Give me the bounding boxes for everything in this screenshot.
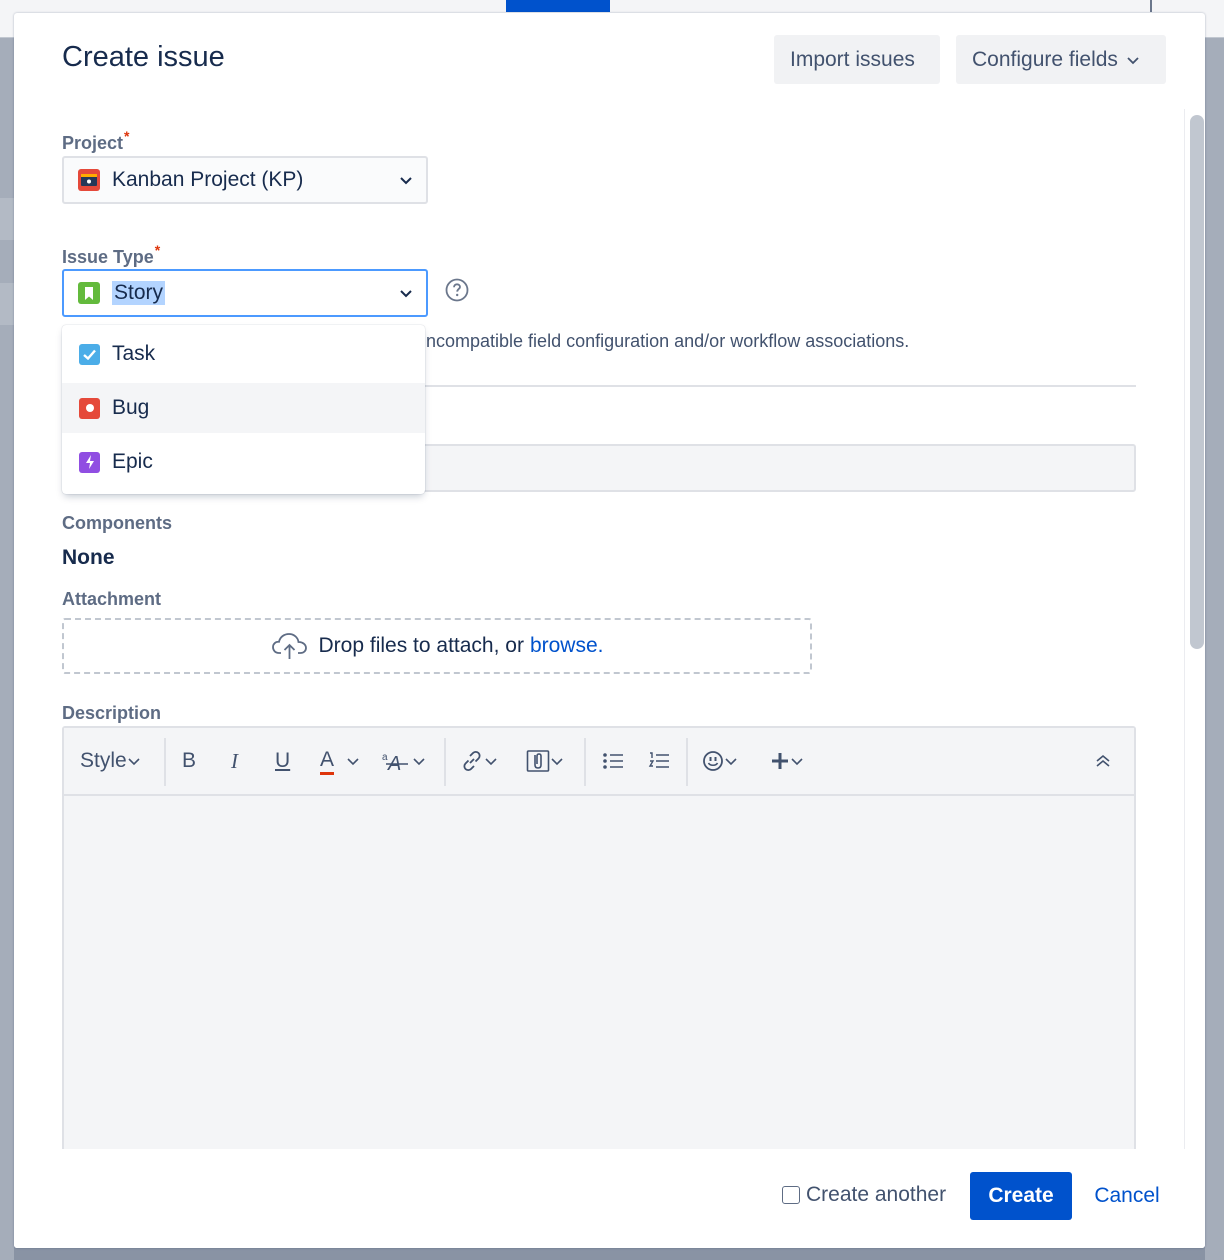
attachment-dropzone[interactable]: Drop files to attach, or browse. <box>62 618 812 674</box>
story-icon <box>78 282 100 304</box>
project-value: Kanban Project (KP) <box>112 168 304 191</box>
background-create-button <box>506 0 610 12</box>
cancel-button[interactable]: Cancel <box>1086 1172 1168 1220</box>
epic-icon <box>79 451 100 473</box>
text-color-icon: A <box>320 748 335 775</box>
import-issues-label: Import issues <box>790 47 915 71</box>
create-button[interactable]: Create <box>970 1172 1072 1220</box>
chevron-down-icon <box>128 758 140 766</box>
create-another-label: Create another <box>806 1183 947 1206</box>
required-asterisk: * <box>154 242 161 258</box>
italic-button[interactable]: I <box>231 744 238 778</box>
option-label: Epic <box>112 450 153 473</box>
toolbar-separator <box>164 738 166 786</box>
issue-type-label: Issue Type* <box>62 242 161 267</box>
emoji-button[interactable] <box>702 744 738 778</box>
issue-type-warning: ncompatible field configuration and/or w… <box>426 331 910 351</box>
modal-title: Create issue <box>62 41 225 73</box>
create-issue-modal: Create issue Import issues Configure fie… <box>14 13 1205 1248</box>
underline-icon: U <box>275 749 291 772</box>
issue-type-value: Story <box>112 281 166 305</box>
background-right-edge <box>1205 38 1224 1260</box>
link-icon <box>463 750 481 772</box>
chevron-down-icon <box>400 177 412 185</box>
chevron-down-icon <box>485 758 497 766</box>
attachment-label: Attachment <box>62 589 162 609</box>
chevron-down-icon <box>400 290 412 298</box>
toolbar-separator <box>444 738 446 786</box>
help-icon[interactable] <box>445 278 469 302</box>
project-avatar-icon <box>78 169 100 191</box>
create-another-checkbox[interactable] <box>782 1186 800 1204</box>
browse-link[interactable]: browse. <box>530 634 604 658</box>
italic-icon: I <box>231 748 238 773</box>
toolbar-separator <box>584 738 586 786</box>
required-asterisk: * <box>124 128 130 144</box>
double-chevron-up-icon <box>1096 754 1110 767</box>
configure-fields-label: Configure fields <box>972 47 1118 71</box>
toolbar-separator <box>686 738 688 786</box>
style-label: Style <box>80 749 127 772</box>
description-editor: Style B I U A aA <box>62 726 1136 1176</box>
style-dropdown[interactable]: Style <box>80 744 141 778</box>
bug-icon <box>79 397 100 419</box>
cloud-upload-icon <box>271 633 307 659</box>
chevron-down-icon <box>725 758 737 766</box>
description-textarea[interactable] <box>64 796 1134 1174</box>
attachment-button[interactable] <box>526 744 564 778</box>
plus-icon <box>772 753 788 769</box>
components-label: Components <box>62 513 172 533</box>
option-epic[interactable]: Epic <box>62 437 425 487</box>
bullet-list-icon <box>603 753 623 769</box>
issue-type-select[interactable]: Story <box>62 269 428 317</box>
import-issues-button[interactable]: Import issues <box>774 35 940 84</box>
background-sidebar <box>0 38 14 1260</box>
task-icon <box>79 343 100 365</box>
collapse-toolbar-button[interactable] <box>1094 744 1112 778</box>
description-label: Description <box>62 703 162 723</box>
option-label: Task <box>112 342 156 365</box>
link-button[interactable] <box>460 744 498 778</box>
chevron-down-icon <box>551 758 563 766</box>
insert-more-button[interactable] <box>770 744 804 778</box>
attachment-text: Drop files to attach, or <box>318 634 524 657</box>
bold-button[interactable]: B <box>182 744 196 778</box>
underline-button[interactable]: U <box>275 744 290 778</box>
more-formatting-button[interactable]: aA <box>382 744 426 778</box>
editor-toolbar: Style B I U A aA <box>64 728 1134 796</box>
text-color-button[interactable]: A <box>320 744 360 778</box>
paperclip-icon <box>526 750 550 772</box>
chevron-down-icon <box>1127 56 1139 64</box>
chevron-down-icon <box>791 758 803 766</box>
emoji-icon <box>703 751 723 771</box>
numbered-list-icon <box>648 752 669 768</box>
project-select[interactable]: Kanban Project (KP) <box>62 156 428 204</box>
option-label: Bug <box>112 396 150 419</box>
bold-icon: B <box>182 749 197 772</box>
create-another-toggle[interactable]: Create another <box>782 1183 946 1207</box>
configure-fields-button[interactable]: Configure fields <box>956 35 1166 84</box>
option-task[interactable]: Task <box>62 329 425 379</box>
background-search-icon <box>1150 0 1152 12</box>
scrollbar-thumb[interactable] <box>1190 115 1204 649</box>
svg-text:A: A <box>387 753 401 772</box>
option-bug[interactable]: Bug <box>62 383 425 433</box>
bullet-list-button[interactable] <box>602 744 624 778</box>
project-label: Project* <box>62 128 130 153</box>
text-formatting-icon: aA <box>382 752 408 772</box>
components-value[interactable]: None <box>62 546 115 570</box>
issue-type-dropdown: Task Bug Epic <box>62 325 425 494</box>
chevron-down-icon <box>413 758 425 766</box>
numbered-list-button[interactable] <box>648 744 670 778</box>
chevron-down-icon <box>347 758 359 766</box>
background-strip <box>0 198 14 240</box>
background-strip <box>0 283 14 325</box>
